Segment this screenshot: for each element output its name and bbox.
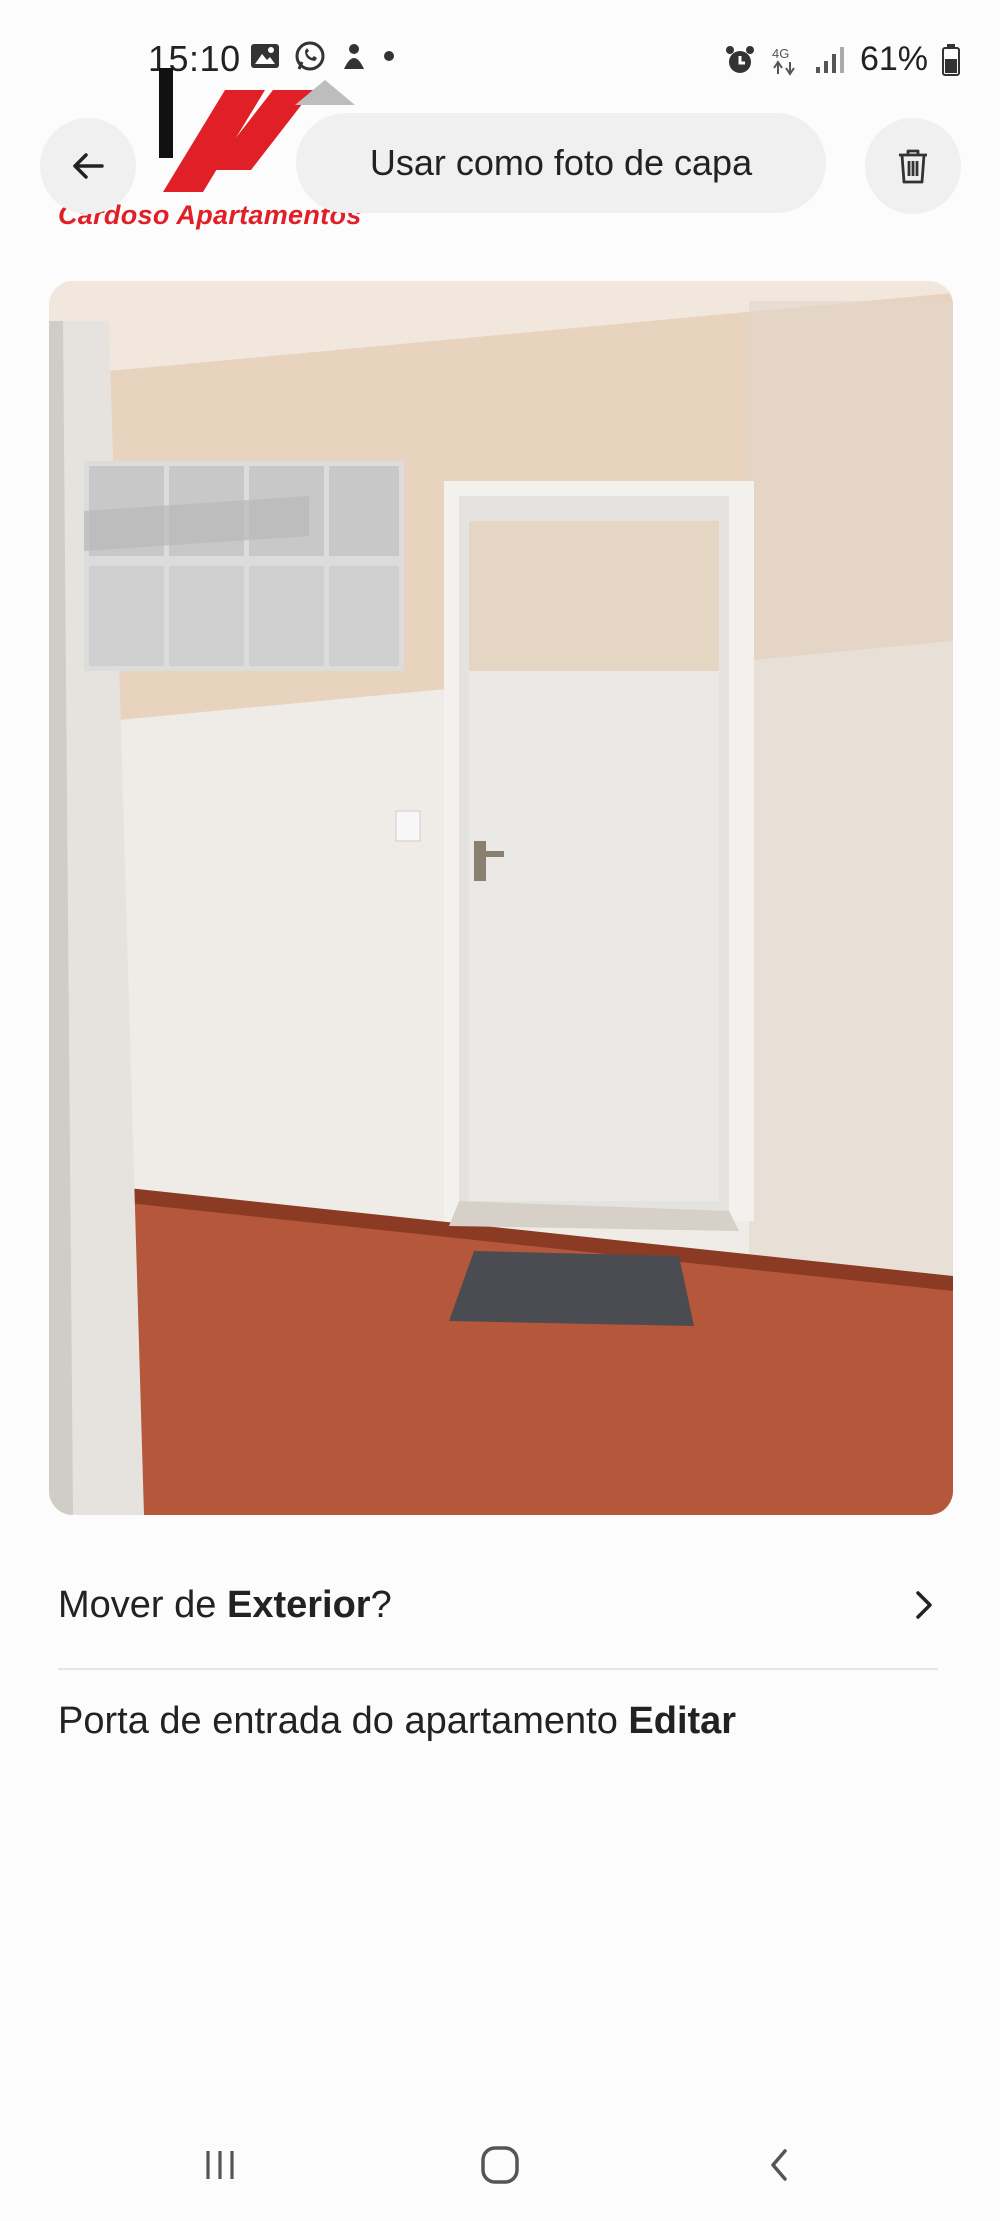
arrow-left-icon bbox=[73, 153, 104, 179]
recents-icon bbox=[206, 2151, 234, 2179]
chevron-right-icon bbox=[916, 1591, 932, 1619]
status-icons-right: 4G 61% bbox=[724, 40, 960, 79]
recents-button[interactable] bbox=[185, 2135, 255, 2195]
caption-row: Porta de entrada do apartamento Editar bbox=[58, 1700, 736, 1743]
4g-icon: 4G bbox=[772, 46, 795, 76]
back-icon bbox=[771, 2149, 787, 2181]
back-nav-button[interactable] bbox=[745, 2135, 815, 2195]
move-suffix: ? bbox=[370, 1583, 392, 1626]
move-category-text: Mover de Exterior? bbox=[58, 1584, 392, 1627]
edit-caption-link[interactable]: Editar bbox=[628, 1700, 736, 1742]
move-prefix: Mover de bbox=[58, 1583, 227, 1626]
move-category-row[interactable]: Mover de Exterior? bbox=[58, 1560, 942, 1650]
apartment-photo bbox=[49, 281, 953, 1515]
back-button[interactable] bbox=[40, 118, 136, 214]
home-icon bbox=[481, 2146, 519, 2184]
alarm-icon bbox=[725, 45, 754, 73]
delete-button[interactable] bbox=[865, 118, 961, 214]
move-category-name: Exterior bbox=[226, 1583, 371, 1626]
signal-icon bbox=[815, 46, 844, 73]
divider bbox=[58, 1668, 938, 1670]
svg-text:4G: 4G bbox=[772, 46, 789, 61]
battery-percentage: 61% bbox=[859, 40, 928, 78]
trash-icon bbox=[899, 149, 927, 184]
home-button[interactable] bbox=[465, 2135, 535, 2195]
battery-icon bbox=[942, 43, 960, 76]
photo-caption: Porta de entrada do apartamento bbox=[58, 1700, 618, 1742]
use-as-cover-button[interactable]: Usar como foto de capa bbox=[296, 113, 826, 213]
